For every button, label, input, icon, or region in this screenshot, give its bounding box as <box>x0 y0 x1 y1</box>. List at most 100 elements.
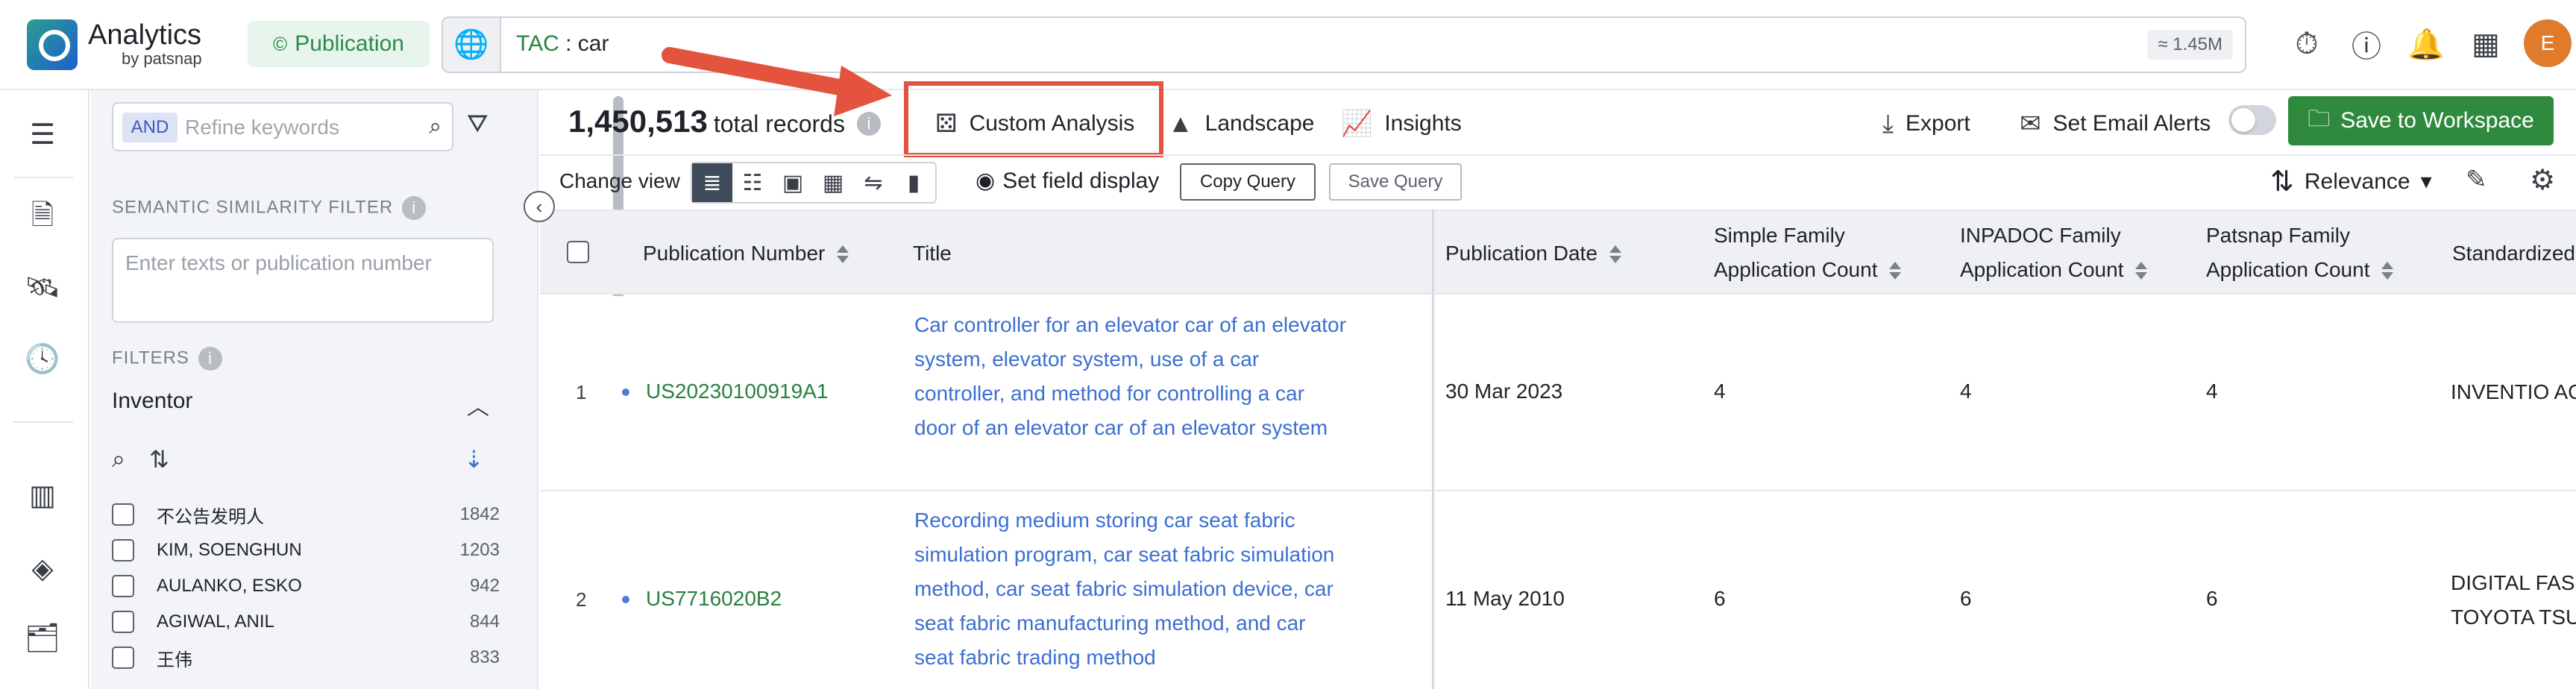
bell-icon[interactable]: 🔔 <box>2409 27 2443 61</box>
satellite-icon[interactable]: 🛰 <box>25 271 60 305</box>
table-header: Publication Number Title Publication Dat… <box>540 210 2576 295</box>
collapse-menu-icon[interactable]: ☰ <box>25 117 60 151</box>
timer-icon[interactable]: ⏱ <box>2290 27 2324 61</box>
email-alerts-button[interactable]: ✉ Set Email Alerts <box>2020 107 2211 141</box>
col-standardized: Standardized <box>2452 236 2575 271</box>
search-icon[interactable]: ⌕ <box>429 114 442 139</box>
folder-icon: 🗀 <box>2308 102 2330 140</box>
history-icon[interactable]: 🕓 <box>25 342 60 377</box>
select-all-checkbox[interactable] <box>567 241 589 263</box>
col-simple-label-1: Simple Family <box>1714 224 1845 247</box>
view-chart-icon[interactable]: ▮ <box>893 163 934 202</box>
records-suffix: total records <box>714 110 845 137</box>
query-text[interactable]: TAC : car <box>516 31 609 57</box>
col-publication-number[interactable]: Publication Number <box>643 236 850 271</box>
publication-db-button[interactable]: © Publication <box>248 21 430 67</box>
save-to-workspace-button[interactable]: 🗀 Save to Workspace <box>2288 96 2554 145</box>
inventor-checkbox[interactable] <box>112 503 134 526</box>
inventor-checkbox[interactable] <box>112 575 134 597</box>
filters-text: FILTERS <box>112 347 189 368</box>
download-icon: ⤓ <box>1882 110 1894 139</box>
frozen-column-divider[interactable] <box>1432 210 1434 689</box>
publication-number-link[interactable]: US20230100919A1 <box>646 380 828 403</box>
insights-label: Insights <box>1384 111 1461 136</box>
left-nav-rail: ☰ 🗎 🛰 🕓 ▥ ◈ 🗂 <box>0 90 89 689</box>
patsnap-logo-icon[interactable] <box>27 19 78 70</box>
sort-icon[interactable] <box>1608 244 1623 266</box>
copy-query-button[interactable]: Copy Query <box>1180 163 1316 201</box>
view-grid-icon[interactable]: ▦ <box>813 163 853 202</box>
toolbar-divider <box>540 154 2576 156</box>
email-alerts-toggle[interactable] <box>2228 105 2276 135</box>
inventor-checkbox[interactable] <box>112 611 134 633</box>
inventor-name: 王伟 <box>157 645 192 671</box>
filters-label: FILTERS i <box>112 347 222 371</box>
workspace-icon[interactable]: 🗂 <box>25 621 60 655</box>
refine-keywords-box[interactable]: AND ⌕ <box>112 102 453 151</box>
status-dot <box>622 388 629 396</box>
inventor-name: AGIWAL, ANIL <box>157 611 274 632</box>
col-publication-date[interactable]: Publication Date <box>1445 236 1623 271</box>
inventor-checkbox[interactable] <box>112 539 134 561</box>
sort-count-icon[interactable]: ⇣ <box>464 445 484 474</box>
list-item[interactable]: AGIWAL, ANIL 844 <box>112 604 500 640</box>
chart-icon[interactable]: ▥ <box>25 478 60 512</box>
sort-icon[interactable] <box>1888 260 1903 283</box>
sort-alpha-icon[interactable]: ⇅ <box>149 445 169 474</box>
filter-funnel-icon[interactable]: ⛛ <box>467 110 489 139</box>
set-field-display-button[interactable]: ◉ Set field display <box>976 168 1159 194</box>
inventor-checkbox[interactable] <box>112 646 134 669</box>
sort-icon[interactable] <box>2380 260 2395 283</box>
col-inpadoc-family[interactable]: INPADOC FamilyApplication Count <box>1960 218 2149 287</box>
view-list-icon[interactable]: ☷ <box>732 163 773 202</box>
view-image-icon[interactable]: ▣ <box>773 163 813 202</box>
view-compare-icon[interactable]: ⇋ <box>853 163 893 202</box>
avatar[interactable]: E <box>2524 19 2572 67</box>
refine-keywords-input[interactable] <box>185 111 409 144</box>
list-item[interactable]: AULANKO, ESKO 942 <box>112 568 500 604</box>
save-query-button[interactable]: Save Query <box>1329 163 1462 201</box>
col-simple-family[interactable]: Simple FamilyApplication Count <box>1714 218 1903 287</box>
search-report-icon[interactable]: 🗎 <box>25 201 60 235</box>
semantic-input[interactable] <box>125 251 480 309</box>
gear-icon[interactable]: ⚙ <box>2530 163 2555 197</box>
sort-icon[interactable] <box>835 244 850 266</box>
insights-button[interactable]: 📈 Insights <box>1341 107 1462 141</box>
title-link[interactable]: Recording medium storing car seat fabric… <box>914 503 1347 675</box>
query-search-box[interactable]: 🌐 TAC : car ≈ 1.45M <box>442 16 2246 73</box>
query-term: car <box>578 31 609 56</box>
export-button[interactable]: ⤓ Export <box>1882 107 1970 141</box>
sort-relevance-dropdown[interactable]: ⇅ Relevance ▾ <box>2270 165 2432 198</box>
semantic-input-box[interactable] <box>112 238 494 323</box>
results-main: 1,450,513total recordsi ⚄ Custom Analysi… <box>540 90 2576 689</box>
pencil-icon[interactable]: ✎ <box>2466 165 2487 195</box>
table-row[interactable]: 2 US7716020B2 Recording medium storing c… <box>540 491 2576 689</box>
app-title: Analytics <box>88 19 201 51</box>
view-table-icon[interactable]: ≣ <box>692 163 732 202</box>
sort-icon[interactable] <box>2134 260 2149 283</box>
layers-icon[interactable]: ◈ <box>25 551 60 585</box>
col-patsnap-family[interactable]: Patsnap FamilyApplication Count <box>2206 218 2395 287</box>
and-operator-chip[interactable]: AND <box>122 113 178 142</box>
info-icon[interactable]: i <box>857 112 881 136</box>
info-icon[interactable]: i <box>402 196 426 220</box>
help-icon[interactable]: ⓘ <box>2349 27 2384 61</box>
list-item[interactable]: KIM, SOENGHUN 1203 <box>112 532 500 568</box>
inventor-section-header[interactable]: Inventor ︿ <box>112 388 489 421</box>
info-icon[interactable]: i <box>198 347 222 371</box>
inventor-tools: ⌕ ⇅ ⇣ <box>112 445 500 478</box>
list-item[interactable]: 王伟 833 <box>112 640 500 676</box>
title-link[interactable]: Car controller for an elevator car of an… <box>914 308 1347 445</box>
list-item[interactable]: 不公告发明人 1842 <box>112 497 500 532</box>
publication-number-link[interactable]: US7716020B2 <box>646 587 782 611</box>
collapse-panel-button[interactable]: ‹ <box>524 191 555 222</box>
simple-family-count: 4 <box>1714 380 1726 403</box>
landscape-button[interactable]: ▲ Landscape <box>1168 107 1314 141</box>
semantic-filter-text: SEMANTIC SIMILARITY FILTER <box>112 197 393 217</box>
col-date-label: Publication Date <box>1445 242 1598 265</box>
globe-icon[interactable]: 🌐 <box>443 18 501 72</box>
table-row[interactable]: 1 US20230100919A1 Car controller for an … <box>540 296 2576 491</box>
search-icon[interactable]: ⌕ <box>112 445 125 474</box>
apps-grid-icon[interactable]: ▦ <box>2469 27 2503 61</box>
chevron-up-icon[interactable]: ︿ <box>467 388 489 421</box>
